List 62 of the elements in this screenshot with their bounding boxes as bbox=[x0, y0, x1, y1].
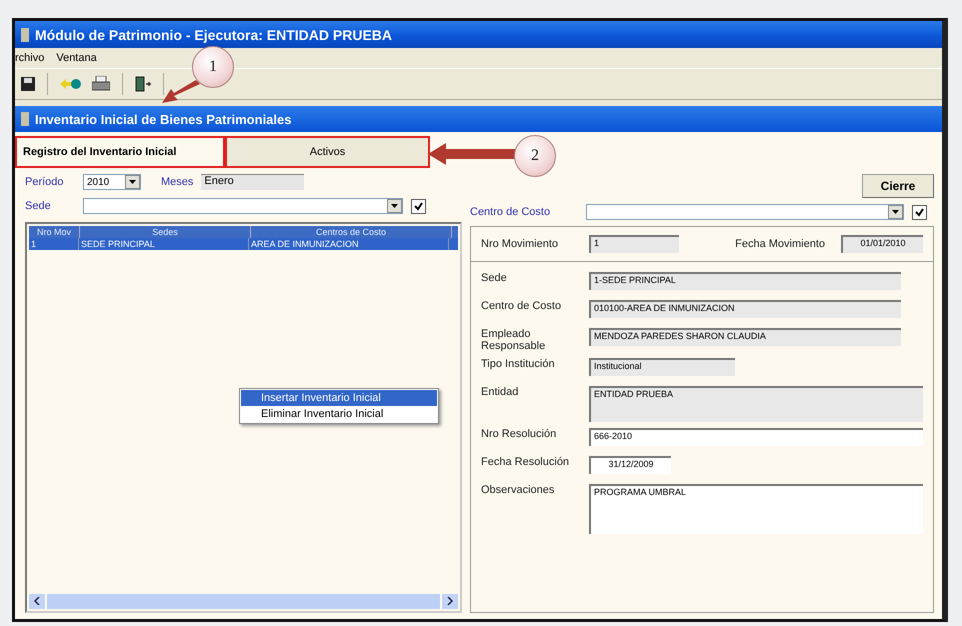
app-icon bbox=[21, 28, 29, 42]
field-label: Tipo Institución bbox=[481, 358, 556, 370]
app-icon bbox=[21, 112, 29, 126]
checkbox[interactable] bbox=[912, 204, 927, 220]
menu-item[interactable]: Ventana bbox=[56, 52, 97, 64]
field-label: Nro Movimiento bbox=[481, 238, 560, 250]
field-label: Entidad bbox=[481, 386, 520, 398]
chevron-left-icon bbox=[34, 597, 40, 605]
floppy-icon bbox=[21, 77, 35, 91]
close-button[interactable]: Cierre bbox=[862, 174, 934, 198]
subwindow-title: Inventario Inicial de Bienes Patrimoniales bbox=[35, 112, 292, 126]
form-field: 010100-AREA DE INMUNIZACION bbox=[589, 300, 901, 318]
field-label: Nro Resolución bbox=[481, 428, 558, 440]
form-field: ENTIDAD PRUEBA bbox=[589, 386, 923, 422]
dropdown-button[interactable] bbox=[125, 175, 140, 189]
exit-button[interactable] bbox=[133, 74, 153, 94]
field-label: Centro de Costo bbox=[481, 300, 562, 312]
movement-date-field: 01/01/2010 bbox=[841, 235, 923, 253]
arrow-dot-icon bbox=[60, 77, 82, 91]
check-icon bbox=[414, 202, 423, 210]
form-field[interactable]: 31/12/2009 bbox=[589, 456, 671, 474]
form-field[interactable]: 666-2010 bbox=[589, 428, 923, 446]
field-label: Período bbox=[25, 176, 65, 188]
field-label: Centro de Costo bbox=[470, 206, 552, 218]
month-field: Enero bbox=[201, 174, 304, 190]
scrollbar-track[interactable] bbox=[47, 594, 440, 608]
form-field: MENDOZA PAREDES SHARON CLAUDIA bbox=[589, 328, 901, 346]
field-label: Empleado Responsable bbox=[481, 328, 546, 352]
caret-icon bbox=[892, 210, 899, 214]
table-cell: SEDE PRINCIPAL bbox=[79, 238, 249, 250]
window-title: Módulo de Patrimonio - Ejecutora: ENTIDAD PRUEBA bbox=[35, 26, 392, 42]
scroll-left-button[interactable] bbox=[29, 594, 45, 608]
check-icon bbox=[915, 208, 924, 216]
caret-icon bbox=[391, 204, 398, 208]
form-field: 1-SEDE PRINCIPAL bbox=[589, 272, 901, 290]
movement-number-field: 1 bbox=[589, 235, 679, 253]
table-cell: AREA DE INMUNIZACION bbox=[249, 238, 449, 250]
field-label: Fecha Movimiento bbox=[735, 238, 825, 250]
field-label: Observaciones bbox=[481, 484, 556, 496]
tab[interactable]: Registro del Inventario Inicial bbox=[15, 136, 225, 168]
field-label: Sede bbox=[25, 200, 52, 212]
form-field[interactable]: PROGRAMA UMBRAL bbox=[589, 484, 923, 534]
door-icon bbox=[135, 76, 151, 92]
printer-icon bbox=[92, 76, 110, 92]
field-label: Meses bbox=[161, 176, 194, 188]
checkbox[interactable] bbox=[411, 198, 426, 214]
field-label: Sede bbox=[481, 272, 508, 284]
scroll-right-button[interactable] bbox=[442, 594, 458, 608]
form-field: Institucional bbox=[589, 358, 735, 376]
menu-item[interactable]: Insertar Inventario Inicial bbox=[241, 390, 437, 406]
chevron-right-icon bbox=[447, 597, 453, 605]
save-button[interactable] bbox=[19, 75, 37, 93]
table-row[interactable]: 1 SEDE PRINCIPAL AREA DE INMUNIZACION bbox=[29, 238, 458, 250]
tab[interactable]: Activos bbox=[225, 136, 430, 168]
callout-arrow bbox=[160, 80, 200, 104]
field-label: Fecha Resolución bbox=[481, 456, 570, 468]
caret-icon bbox=[129, 180, 136, 184]
menu-item[interactable]: rchivo bbox=[15, 52, 44, 64]
dropdown-button[interactable] bbox=[888, 205, 903, 219]
table-cell: 1 bbox=[29, 238, 79, 250]
dropdown-button[interactable] bbox=[387, 199, 402, 213]
period-select[interactable]: 2010 bbox=[83, 174, 141, 190]
